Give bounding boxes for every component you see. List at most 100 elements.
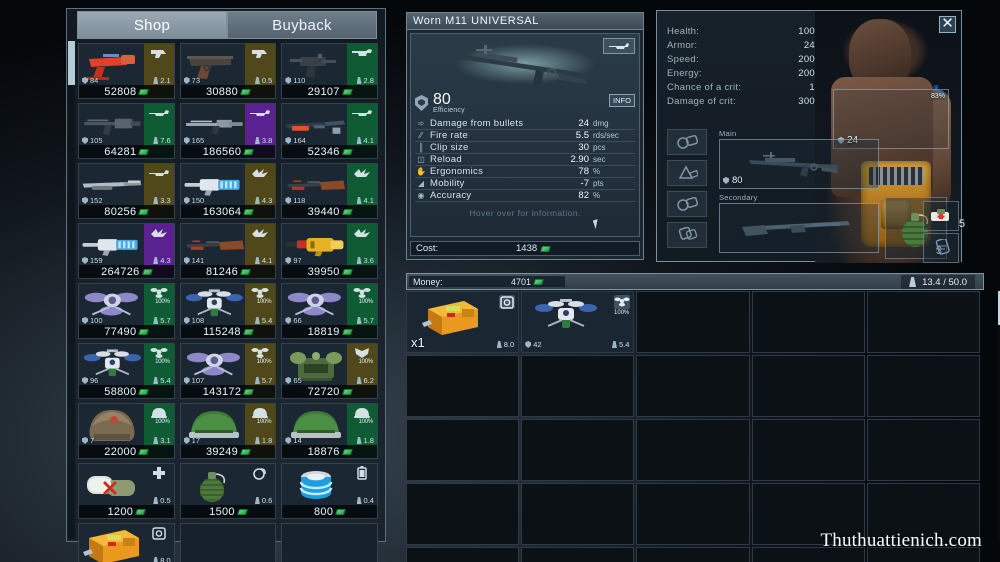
weight-badge: 3.8 <box>254 136 273 145</box>
price-bar: 163064 <box>180 205 276 218</box>
inventory-item-cell[interactable]: 100% 42 5.4 <box>521 291 635 353</box>
tab-buyback[interactable]: Buyback <box>227 11 377 39</box>
item-price: 143172 <box>202 385 242 398</box>
weight-badge: 5.7 <box>153 316 171 325</box>
efficiency-badge: 159 <box>82 256 103 265</box>
money-icon <box>242 328 254 335</box>
weapon-category-icon[interactable] <box>603 38 635 54</box>
item-price: 39249 <box>205 445 239 458</box>
weight-icon <box>356 197 362 204</box>
shop-item-cell[interactable]: 164 4.1 52346 <box>281 103 378 159</box>
shop-item-cell[interactable]: 84 2.1 52808 <box>78 43 175 99</box>
firerate-icon: ⁄⁄ <box>419 131 423 140</box>
price-bar: 115248 <box>180 325 276 338</box>
mag-icon <box>935 239 950 255</box>
price-bar: 18819 <box>282 325 377 338</box>
shield-icon <box>82 197 88 204</box>
close-button[interactable]: ✕ <box>939 16 956 33</box>
inventory-empty-slot <box>636 547 750 562</box>
shop-item-grid: 84 2.1 52808 73 0.5 30880 110 2.8 29107 105 7.6 642… <box>78 43 378 562</box>
info-button[interactable]: INFO <box>609 94 635 107</box>
mag-slot-icon <box>678 227 698 240</box>
inventory-empty-slot <box>636 483 750 545</box>
shop-item-cell[interactable]: 159 4.3 264726 <box>78 223 175 279</box>
inventory-item-cell[interactable]: x1 8.0 <box>406 291 520 353</box>
weight-badge: 4.3 <box>254 196 272 205</box>
price-bar: 186560 <box>180 145 276 158</box>
shop-item-cell[interactable]: 118 4.1 39440 <box>281 163 378 219</box>
mod-slot-4[interactable] <box>667 222 707 248</box>
shield-icon <box>183 317 190 324</box>
price-bar: 29107 <box>282 85 377 98</box>
mod-slot-3[interactable] <box>667 191 707 217</box>
weight-badge: 4.3 <box>153 256 171 265</box>
inventory-empty-slot <box>521 483 635 545</box>
secondary-weapon-slot[interactable] <box>719 203 879 253</box>
shop-item-cell[interactable]: 0.4 800 <box>281 463 378 519</box>
money-icon <box>540 245 552 252</box>
shop-item-cell[interactable]: 100% 14 1.8 18876 <box>281 403 378 459</box>
shop-item-cell[interactable]: 100% 66 5.7 18819 <box>281 283 378 339</box>
shop-item-cell[interactable]: 165 3.8 186560 <box>179 103 277 159</box>
efficiency-value: 42 <box>533 340 542 349</box>
shop-item-cell[interactable]: 8.050000 <box>78 523 175 562</box>
shop-item-cell[interactable]: 100% 17 1.8 39249 <box>179 403 277 459</box>
drone-icon <box>147 346 171 360</box>
shop-scrollbar-track[interactable] <box>68 41 75 539</box>
shield-icon <box>285 317 292 324</box>
shop-item-cell[interactable]: 100% 7 3.1 22000 <box>78 403 175 459</box>
shop-item-cell[interactable]: 100% 107 5.7 143172 <box>179 343 277 399</box>
shop-item-cell[interactable]: 73 0.5 30880 <box>179 43 277 99</box>
drone-icon <box>147 286 171 300</box>
inventory-empty-slot <box>406 483 520 545</box>
mod-slot-2[interactable] <box>667 160 707 186</box>
item-price: 186560 <box>202 145 242 158</box>
weight-icon <box>254 197 260 204</box>
main-weapon-slot[interactable]: 80 <box>719 139 879 189</box>
shop-scrollbar-thumb[interactable] <box>68 41 75 85</box>
tab-shop[interactable]: Shop <box>77 11 227 39</box>
efficiency-badge: 42 <box>525 340 542 349</box>
durability-badge: 100% <box>256 359 272 365</box>
shield-icon <box>82 377 88 384</box>
weight-icon <box>356 137 362 144</box>
shop-item-cell[interactable]: 141 4.1 81246 <box>179 223 277 279</box>
rifle-icon <box>609 42 629 49</box>
shop-item-cell[interactable]: 100% 100 5.7 77490 <box>78 283 175 339</box>
item-price: 52808 <box>104 85 137 98</box>
medkit-slot[interactable]: 5 <box>923 201 965 231</box>
item-price: 64281 <box>104 145 137 158</box>
efficiency-value: 84 <box>90 76 99 85</box>
shop-item-cell[interactable]: 152 3.3 80256 <box>78 163 175 219</box>
efficiency-badge: 105 <box>82 136 103 145</box>
ammo-slot-icon <box>677 134 698 149</box>
efficiency-value: 65 <box>293 376 302 385</box>
shop-item-cell[interactable]: 0.5 1200 <box>78 463 175 519</box>
inventory-empty-slot <box>521 419 635 481</box>
medkit-icon <box>931 209 949 221</box>
item-price: 72720 <box>307 385 340 398</box>
weight-icon <box>254 497 260 504</box>
item-price: 1200 <box>107 505 134 518</box>
mobility-icon: ◢ <box>417 179 425 188</box>
shop-item-cell[interactable]: 0.6 1500 <box>179 463 277 519</box>
item-price: 39950 <box>307 265 340 278</box>
shop-item-cell[interactable]: 100% 65 6.2 72720 <box>281 343 378 399</box>
mod-slot-1[interactable] <box>667 129 707 155</box>
shop-item-cell[interactable]: 100% 108 5.4 115248 <box>179 283 277 339</box>
weight-icon <box>254 257 260 264</box>
weight-value: 0.5 <box>261 76 273 85</box>
ammo-pouch-slot[interactable] <box>923 233 959 263</box>
stat-name: Clip size <box>430 142 469 153</box>
shield-icon <box>183 257 190 264</box>
character-stat-row: Speed: 200 <box>667 53 815 67</box>
shield-icon <box>183 377 190 384</box>
shop-item-cell[interactable]: 105 7.6 64281 <box>78 103 175 159</box>
shop-item-cell[interactable]: 97 3.6 39950 <box>281 223 378 279</box>
shop-item-cell[interactable]: 150 4.3 163064 <box>179 163 277 219</box>
shop-item-cell[interactable]: 100% 96 5.4 58800 <box>78 343 175 399</box>
shop-panel: Shop Buyback 84 2.1 52808 73 0.5 30880 110 2.8 2… <box>66 8 386 562</box>
weight-badge: 4.1 <box>356 136 374 145</box>
weight-value: 3.8 <box>261 136 273 145</box>
shop-item-cell[interactable]: 110 2.8 29107 <box>281 43 378 99</box>
